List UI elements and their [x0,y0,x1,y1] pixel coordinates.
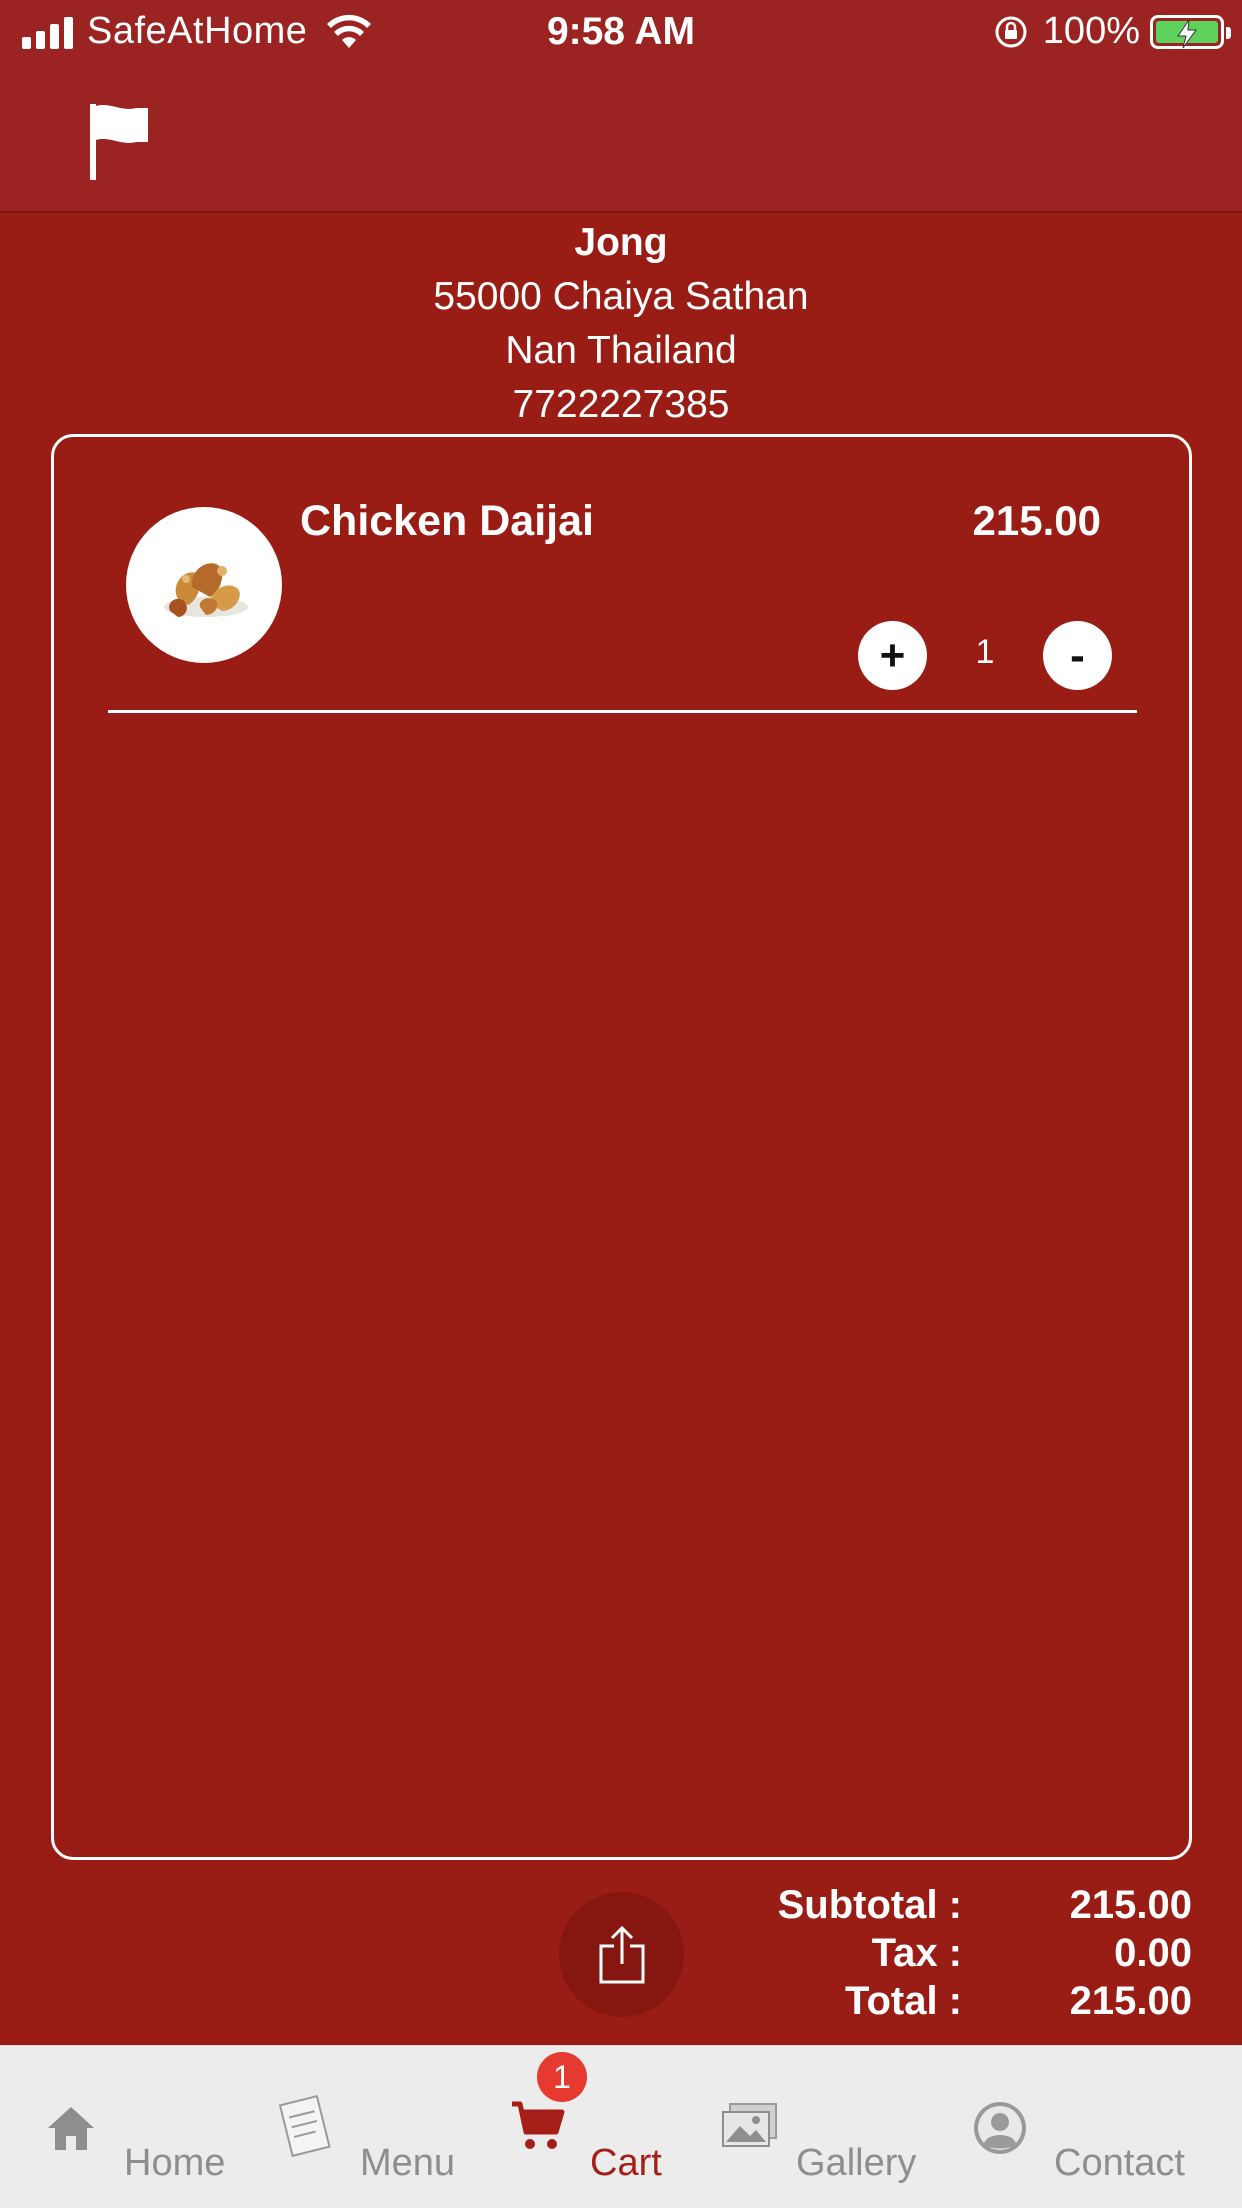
cart-list[interactable]: Chicken Daijai 215.00 + 1 - [51,434,1192,1860]
address-line2: Nan Thailand [505,329,737,372]
share-icon [599,1925,644,1983]
tab-label-gallery: Gallery [796,2142,917,2184]
total-row: Total : 215.00 [700,1977,1192,2025]
subtotal-value: 215.00 [1069,1882,1192,1927]
cart-item: Chicken Daijai 215.00 + 1 - [54,437,1189,715]
tab-menu[interactable]: Menu [240,2046,480,2208]
flag-icon[interactable] [88,102,152,182]
total-label: Total : [844,1978,962,2023]
item-divider [108,710,1137,713]
order-totals: Subtotal : 215.00 Tax : 0.00 Total : 215… [700,1881,1192,2025]
tab-bar: Home Menu Cart Gallery Contact [0,2045,1242,2208]
decrease-quantity-button[interactable]: - [1043,621,1112,690]
subtotal-label: Subtotal : [777,1882,962,1927]
tab-contact[interactable]: Contact [960,2046,1242,2208]
home-icon [48,2107,94,2150]
subtotal-row: Subtotal : 215.00 [700,1881,1192,1929]
gallery-icon [722,2103,777,2147]
rotation-lock-icon [995,16,1027,47]
tab-cart[interactable]: Cart [480,2046,720,2208]
item-image [126,507,282,663]
cart-badge: 1 [537,2052,587,2102]
address-line1: 55000 Chaiya Sathan [433,275,809,318]
tax-value: 0.00 [1114,1930,1192,1975]
tab-label-cart: Cart [590,2142,662,2184]
cart-icon [512,2101,565,2149]
status-right: 100% [993,10,1231,53]
total-value: 215.00 [1069,1978,1192,2023]
menu-icon [278,2094,331,2158]
customer-name: Jong [574,221,668,264]
battery-percent: 100% [1042,10,1140,52]
tab-label-contact: Contact [1054,2142,1185,2184]
contact-icon [974,2102,1026,2154]
status-bar: SafeAtHome 9:58 AM 100% [0,0,1242,66]
tab-gallery[interactable]: Gallery [720,2046,960,2208]
phone-number: 7722227385 [512,383,730,426]
tab-label-home: Home [124,2142,226,2184]
battery-icon [1150,14,1231,49]
tab-home[interactable]: Home [0,2046,240,2208]
tax-label: Tax : [871,1930,962,1975]
delivery-address: Jong 55000 Chaiya Sathan Nan Thailand 77… [0,216,1242,432]
tab-label-menu: Menu [360,2142,456,2184]
item-price: 215.00 [972,497,1101,544]
item-name: Chicken Daijai [300,497,594,545]
increase-quantity-button[interactable]: + [858,621,927,690]
item-quantity: 1 [975,633,995,671]
share-button[interactable] [559,1892,684,2017]
nav-bar [0,66,1242,213]
tax-row: Tax : 0.00 [700,1929,1192,1977]
